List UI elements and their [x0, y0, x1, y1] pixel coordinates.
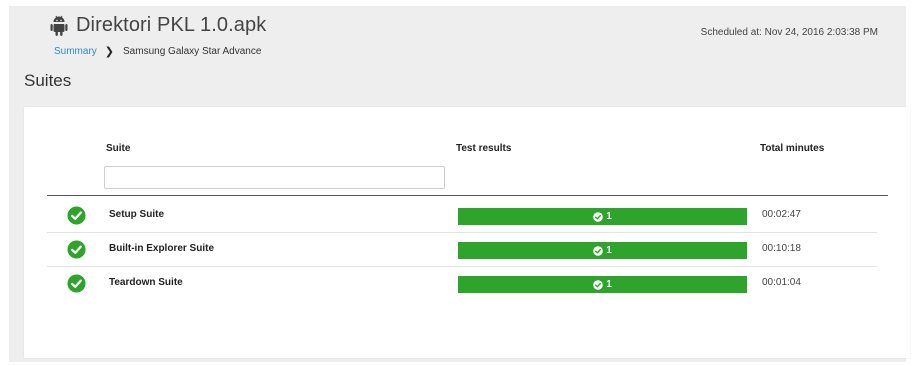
table-row[interactable]: Built-in Explorer Suite 1 00:10:18 [47, 232, 877, 267]
check-circle-icon [67, 274, 86, 293]
column-header-suite[interactable]: Suite [106, 143, 130, 154]
app-title: Direktori PKL 1.0.apk [76, 14, 267, 36]
table-row[interactable]: Setup Suite 1 00:02:47 [47, 198, 877, 233]
table-header-divider [47, 195, 888, 196]
suite-name[interactable]: Built-in Explorer Suite [109, 243, 214, 254]
suite-filter-input[interactable] [104, 166, 445, 189]
scheduled-timestamp: Scheduled at: Nov 24, 2016 2:03:38 PM [700, 27, 878, 38]
breadcrumb-current: Samsung Galaxy Star Advance [123, 46, 262, 57]
chevron-right-icon: ❯ [104, 46, 115, 58]
total-minutes: 00:02:47 [762, 209, 801, 220]
passed-count: 1 [606, 245, 612, 256]
section-title: Suites [24, 71, 72, 90]
check-circle-icon [67, 206, 86, 225]
passed-count: 1 [606, 211, 612, 222]
test-results-bar[interactable]: 1 [458, 276, 747, 293]
total-minutes: 00:01:04 [762, 277, 801, 288]
check-circle-icon [593, 245, 604, 256]
column-header-test-results[interactable]: Test results [456, 143, 511, 154]
table-row[interactable]: Teardown Suite 1 00:01:04 [47, 266, 877, 300]
android-icon [50, 15, 68, 36]
suites-card: Suite Test results Total minutes Setup S… [24, 107, 910, 358]
check-circle-icon [593, 279, 604, 290]
passed-count: 1 [606, 279, 612, 290]
breadcrumb-summary-link[interactable]: Summary [54, 46, 97, 57]
check-circle-icon [67, 240, 86, 259]
test-results-bar[interactable]: 1 [458, 242, 747, 259]
breadcrumb: Summary ❯ Samsung Galaxy Star Advance [54, 45, 261, 58]
total-minutes: 00:10:18 [762, 243, 801, 254]
app-header: Direktori PKL 1.0.apk [50, 14, 266, 37]
test-results-bar[interactable]: 1 [458, 208, 747, 225]
check-circle-icon [593, 211, 604, 222]
column-header-total-minutes[interactable]: Total minutes [760, 143, 824, 154]
suite-name[interactable]: Setup Suite [109, 209, 164, 220]
suite-name[interactable]: Teardown Suite [109, 277, 183, 288]
